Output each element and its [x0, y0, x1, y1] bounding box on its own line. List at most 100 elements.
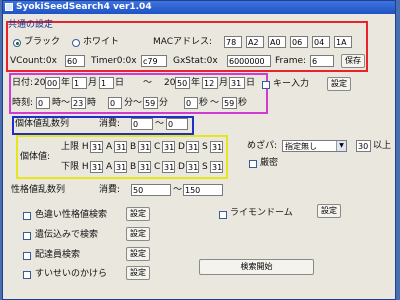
sec-unit-from: 秒: [199, 98, 209, 108]
strict-checkbox[interactable]: [249, 160, 257, 168]
radio-white[interactable]: [72, 39, 80, 47]
time-label: 時刻:: [12, 98, 34, 108]
iv-rand-to-input[interactable]: 0: [166, 118, 188, 130]
iv-upper-b-letter: B: [130, 142, 137, 152]
iv-lower-b[interactable]: 31: [138, 161, 151, 173]
delivery-label: 配達員検索: [35, 250, 81, 260]
radio-black[interactable]: [13, 39, 21, 47]
iv-lower-c[interactable]: 31: [162, 161, 175, 173]
min-to-input[interactable]: 59: [143, 97, 158, 109]
mac-byte-6[interactable]: 1A: [334, 36, 352, 48]
nature-rand-to-input[interactable]: 150: [183, 184, 223, 196]
iv-upper-b[interactable]: 31: [138, 141, 151, 153]
year-from-input[interactable]: 00: [45, 77, 60, 89]
mac-byte-5[interactable]: 04: [312, 36, 330, 48]
hour-from-input[interactable]: 0: [36, 97, 50, 109]
year-prefix-to: 20: [164, 78, 176, 88]
key-input-setting-button[interactable]: 設定: [327, 77, 351, 91]
iv-upper-label: 上限 H: [61, 142, 89, 152]
frame-label: Frame:: [275, 56, 307, 66]
iv-upper-d-letter: D: [178, 142, 185, 152]
iv-upper-c[interactable]: 31: [162, 141, 175, 153]
month-unit-from: 月: [88, 78, 98, 88]
inherit-label: 遺伝込みで検索: [35, 230, 99, 240]
delivery-checkbox[interactable]: [23, 252, 31, 260]
iv-lower-s-letter: S: [202, 162, 208, 172]
year-to-input[interactable]: 50: [175, 77, 190, 89]
gxstat-input[interactable]: 6000000: [227, 55, 271, 67]
hidden-power-min-input[interactable]: 30: [356, 140, 371, 152]
hour-to-input[interactable]: 23: [71, 97, 86, 109]
iv-label: 個体値:: [20, 152, 51, 162]
iv-upper-h[interactable]: 31: [90, 141, 103, 153]
year-prefix-from: 20: [34, 78, 46, 88]
sec-to-input[interactable]: 59: [222, 97, 237, 109]
frame-input[interactable]: 6: [310, 55, 334, 67]
year-unit-from: 年: [61, 78, 71, 88]
iv-upper-s[interactable]: 31: [210, 141, 223, 153]
iv-lower-b-letter: B: [130, 162, 137, 172]
inherit-setting-button[interactable]: 設定: [126, 227, 150, 241]
mac-byte-2[interactable]: A2: [246, 36, 264, 48]
iv-lower-d[interactable]: 31: [186, 161, 199, 173]
date-tilde: ～: [143, 78, 153, 88]
iv-upper-d[interactable]: 31: [186, 141, 199, 153]
chevron-down-icon[interactable]: ▼: [336, 141, 346, 151]
inherit-checkbox[interactable]: [23, 232, 31, 240]
day-unit-to: 日: [246, 78, 256, 88]
delivery-setting-button[interactable]: 設定: [126, 247, 150, 261]
nature-rand-consume-label: 消費:: [99, 185, 121, 195]
iv-lower-a-letter: A: [106, 162, 113, 172]
iv-lower-d-letter: D: [178, 162, 185, 172]
common-settings-header: 共通の設定: [8, 20, 54, 30]
iv-rand-from-input[interactable]: 0: [131, 118, 153, 130]
day-to-input[interactable]: 31: [229, 77, 245, 89]
color-diff-checkbox[interactable]: [23, 212, 31, 220]
hidden-power-select-value: 指定無し: [285, 142, 317, 151]
save-button[interactable]: 保存: [341, 54, 365, 68]
gxstat-label: GxStat:0x: [173, 56, 218, 66]
key-input-label: キー入力: [273, 79, 310, 89]
mac-byte-3[interactable]: A0: [268, 36, 286, 48]
lymon-checkbox[interactable]: [219, 211, 227, 219]
iv-lower-h[interactable]: 31: [90, 161, 103, 173]
iv-upper-s-letter: S: [202, 142, 208, 152]
nature-rand-from-input[interactable]: 50: [131, 184, 171, 196]
min-from-input[interactable]: 0: [108, 97, 122, 109]
vcount-label: VCount:0x: [10, 56, 57, 66]
iv-upper-a[interactable]: 31: [114, 141, 127, 153]
main-window: SyokiSeedSearch4 ver1.04 共通の設定 ブラック ホワイト…: [2, 0, 396, 300]
iv-rand-label: 個体値乱数列: [15, 119, 70, 129]
month-unit-to: 月: [219, 78, 229, 88]
timer0-input[interactable]: c79: [141, 55, 167, 67]
iv-lower-a[interactable]: 31: [114, 161, 127, 173]
timer0-label: Timer0:0x: [91, 56, 137, 66]
nature-rand-label: 性格値乱数列: [11, 185, 66, 195]
iv-upper-c-letter: C: [154, 142, 161, 152]
title-bar[interactable]: SyokiSeedSearch4 ver1.04: [3, 1, 395, 14]
month-from-input[interactable]: 1: [72, 77, 87, 89]
month-to-input[interactable]: 12: [202, 77, 218, 89]
app-icon: [5, 3, 13, 11]
sleep-checkbox[interactable]: [23, 271, 31, 279]
key-input-checkbox[interactable]: [262, 81, 270, 89]
radio-white-label: ホワイト: [83, 37, 120, 47]
hidden-power-select[interactable]: 指定無し ▼: [282, 140, 347, 152]
vcount-input[interactable]: 60: [65, 55, 85, 67]
color-diff-setting-button[interactable]: 設定: [126, 207, 150, 221]
hour-unit-from: 時: [52, 98, 62, 108]
iv-rand-consume-label: 消費:: [99, 119, 121, 129]
min-unit-from: 分: [124, 98, 134, 108]
mac-byte-1[interactable]: 78: [224, 36, 242, 48]
day-from-input[interactable]: 1: [99, 77, 114, 89]
mac-address-label: MACアドレス:: [153, 37, 213, 47]
iv-lower-s[interactable]: 31: [210, 161, 223, 173]
search-start-button[interactable]: 検索開始: [199, 259, 314, 275]
sleep-setting-button[interactable]: 設定: [126, 266, 150, 280]
hidden-power-suffix: 以上: [373, 141, 392, 151]
sleep-label: すいせいのかけら: [35, 269, 108, 279]
sec-from-input[interactable]: 0: [184, 97, 198, 109]
lymon-setting-button[interactable]: 設定: [317, 204, 341, 218]
sec-unit-to: 秒: [238, 98, 248, 108]
mac-byte-4[interactable]: 06: [290, 36, 308, 48]
